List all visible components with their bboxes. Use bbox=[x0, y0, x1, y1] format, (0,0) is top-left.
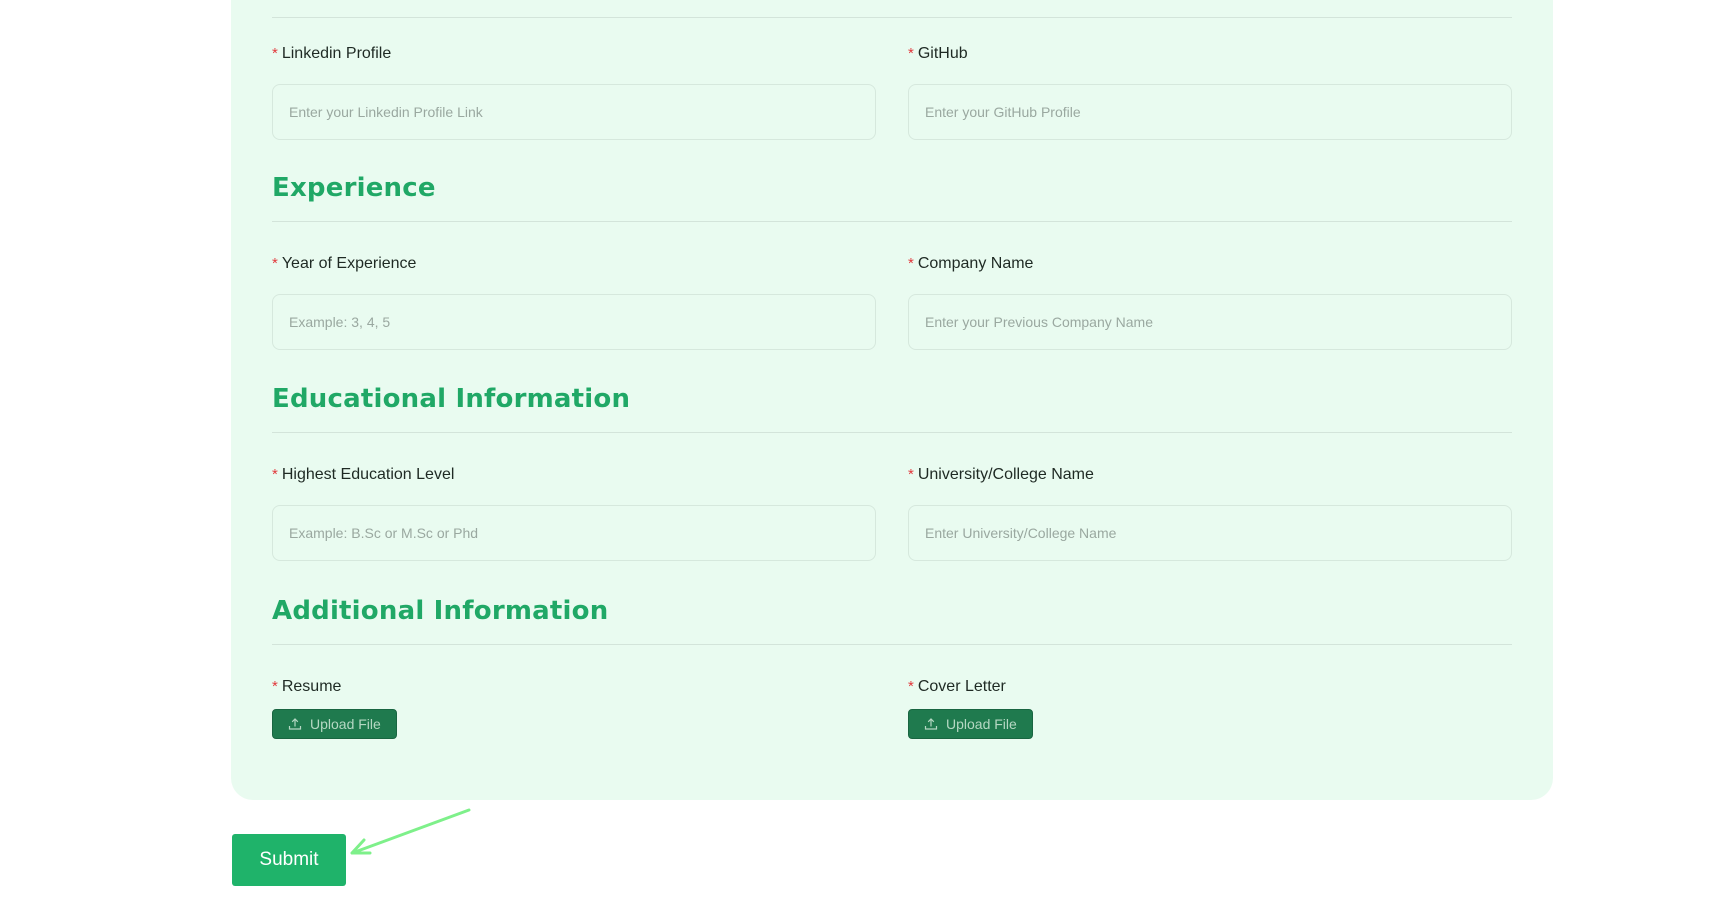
cover-letter-label: * Cover Letter bbox=[908, 678, 1006, 695]
github-input[interactable] bbox=[908, 84, 1512, 140]
company-name-label: * Company Name bbox=[908, 255, 1034, 272]
linkedin-field: * Linkedin Profile bbox=[272, 43, 876, 140]
required-mark: * bbox=[272, 45, 278, 62]
years-experience-label: * Year of Experience bbox=[272, 255, 417, 272]
resume-field: * Resume Upload File bbox=[272, 676, 876, 739]
upload-icon bbox=[288, 717, 302, 731]
years-experience-input[interactable] bbox=[272, 294, 876, 350]
section-divider bbox=[272, 644, 1512, 645]
education-level-field: * Highest Education Level bbox=[272, 464, 876, 561]
company-name-input[interactable] bbox=[908, 294, 1512, 350]
cover-letter-field: * Cover Letter Upload File bbox=[908, 676, 1512, 739]
education-level-input[interactable] bbox=[272, 505, 876, 561]
required-mark: * bbox=[908, 255, 914, 272]
resume-upload-button[interactable]: Upload File bbox=[272, 709, 397, 739]
upload-button-label: Upload File bbox=[946, 716, 1017, 732]
education-heading: Educational Information bbox=[272, 384, 631, 414]
linkedin-input[interactable] bbox=[272, 84, 876, 140]
linkedin-label: * Linkedin Profile bbox=[272, 45, 392, 62]
github-field: * GitHub bbox=[908, 43, 1512, 140]
section-divider bbox=[272, 17, 1512, 18]
required-mark: * bbox=[272, 255, 278, 272]
required-mark: * bbox=[908, 45, 914, 62]
page: *Linkedin Profile *GitHub Experience *Ye… bbox=[0, 0, 1727, 899]
section-divider bbox=[272, 432, 1512, 433]
cover-letter-upload-button[interactable]: Upload File bbox=[908, 709, 1033, 739]
application-form-card: *Linkedin Profile *GitHub Experience *Ye… bbox=[231, 0, 1553, 800]
upload-icon bbox=[924, 717, 938, 731]
github-label: * GitHub bbox=[908, 45, 968, 62]
submit-button[interactable]: Submit bbox=[232, 834, 346, 886]
university-name-label: * University/College Name bbox=[908, 466, 1094, 483]
company-name-field: * Company Name bbox=[908, 253, 1512, 350]
required-mark: * bbox=[908, 466, 914, 483]
upload-button-label: Upload File bbox=[310, 716, 381, 732]
additional-heading: Additional Information bbox=[272, 596, 609, 626]
required-mark: * bbox=[908, 678, 914, 695]
education-level-label: * Highest Education Level bbox=[272, 466, 455, 483]
required-mark: * bbox=[272, 678, 278, 695]
university-name-input[interactable] bbox=[908, 505, 1512, 561]
university-name-field: * University/College Name bbox=[908, 464, 1512, 561]
required-mark: * bbox=[272, 466, 278, 483]
resume-label: * Resume bbox=[272, 678, 342, 695]
annotation-arrow-icon bbox=[350, 808, 471, 855]
section-divider bbox=[272, 221, 1512, 222]
years-experience-field: * Year of Experience bbox=[272, 253, 876, 350]
experience-heading: Experience bbox=[272, 173, 436, 203]
